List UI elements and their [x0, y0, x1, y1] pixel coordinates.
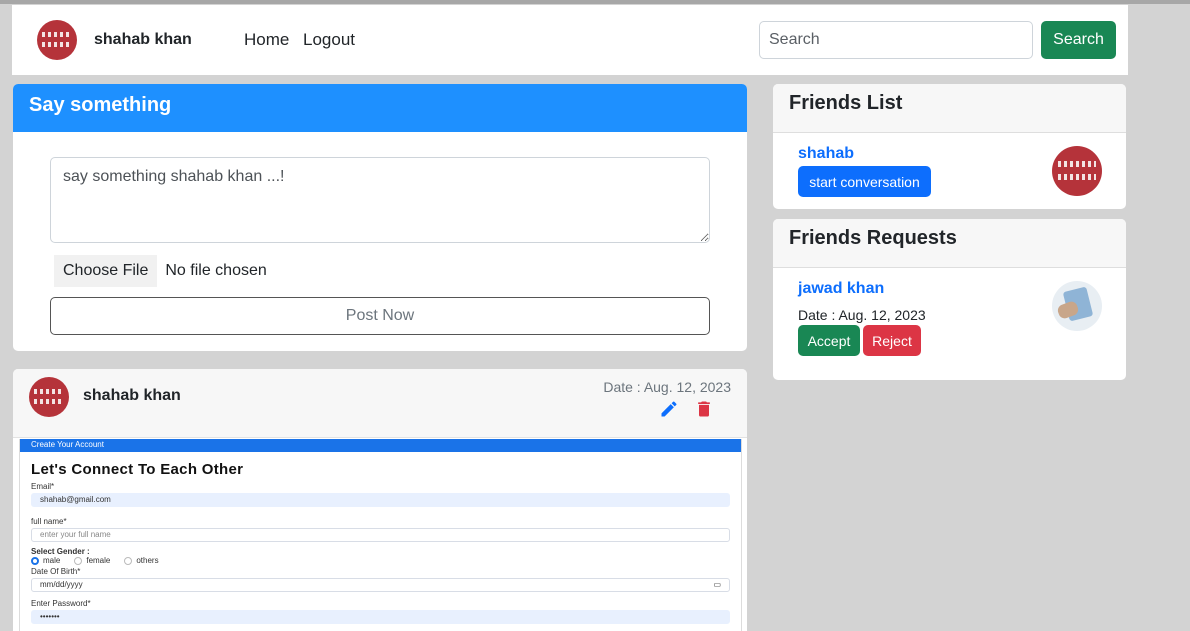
- image-gender-label: Select Gender :: [31, 547, 90, 556]
- image-password-label: Enter Password*: [31, 599, 91, 608]
- friend-avatar[interactable]: [1052, 146, 1102, 196]
- nav-user-name: shahab khan: [94, 31, 192, 48]
- file-status: No file chosen: [165, 262, 267, 279]
- post-image[interactable]: Create Your Account Let's Connect To Eac…: [19, 439, 742, 631]
- image-dob-field: mm/dd/yyyy ▭: [31, 578, 730, 592]
- choose-file-button[interactable]: Choose File: [54, 255, 158, 287]
- image-dob-label: Date Of Birth*: [31, 567, 81, 576]
- search-button[interactable]: Search: [1041, 21, 1116, 59]
- user-avatar[interactable]: [37, 20, 77, 60]
- accept-button[interactable]: Accept: [798, 325, 860, 356]
- image-bar-text: Create Your Account: [20, 439, 741, 452]
- image-email-label: Email*: [31, 482, 55, 491]
- post-now-button[interactable]: Post Now: [50, 297, 710, 335]
- request-date: Date : Aug. 12, 2023: [798, 307, 926, 323]
- nav-link-home[interactable]: Home: [244, 30, 289, 50]
- image-password-field: •••••••: [31, 610, 730, 624]
- image-fullname-label: full name*: [31, 517, 67, 526]
- post-textarea[interactable]: [50, 157, 710, 243]
- request-avatar[interactable]: [1052, 281, 1102, 331]
- post-form-card: Say something Choose File No file chosen…: [13, 84, 747, 351]
- trash-icon[interactable]: [694, 399, 714, 419]
- nav-link-logout[interactable]: Logout: [303, 30, 355, 50]
- image-email-field: shahab@gmail.com: [31, 493, 730, 507]
- friend-requests-title: Friends Requests: [773, 219, 1126, 268]
- post-header: shahab khan Date : Aug. 12, 2023: [13, 369, 747, 438]
- image-heading: Let's Connect To Each Other: [31, 461, 244, 478]
- pencil-icon[interactable]: [659, 399, 679, 419]
- calendar-icon: ▭: [713, 580, 721, 589]
- post-author-name: shahab khan: [83, 387, 181, 404]
- post-form-title: Say something: [13, 84, 747, 132]
- friend-requests-card: Friends Requests jawad khan Date : Aug. …: [773, 219, 1126, 380]
- post-author-avatar[interactable]: [29, 377, 69, 417]
- friend-name[interactable]: shahab: [798, 145, 854, 163]
- image-fullname-field: enter your full name: [31, 528, 730, 542]
- image-gender-radios: male female others: [31, 556, 730, 565]
- file-input: Choose File No file chosen: [54, 255, 267, 287]
- friends-list-card: Friends List shahab start conversation: [773, 84, 1126, 209]
- navbar: shahab khan Home Logout Search: [12, 5, 1128, 75]
- post-date: Date : Aug. 12, 2023: [603, 379, 731, 395]
- search-input[interactable]: [759, 21, 1033, 59]
- top-strip: [0, 0, 1190, 4]
- reject-button[interactable]: Reject: [863, 325, 921, 356]
- start-conversation-button[interactable]: start conversation: [798, 166, 931, 197]
- post-card: shahab khan Date : Aug. 12, 2023 Create …: [13, 369, 747, 631]
- friends-list-title: Friends List: [773, 84, 1126, 133]
- request-name[interactable]: jawad khan: [798, 280, 884, 298]
